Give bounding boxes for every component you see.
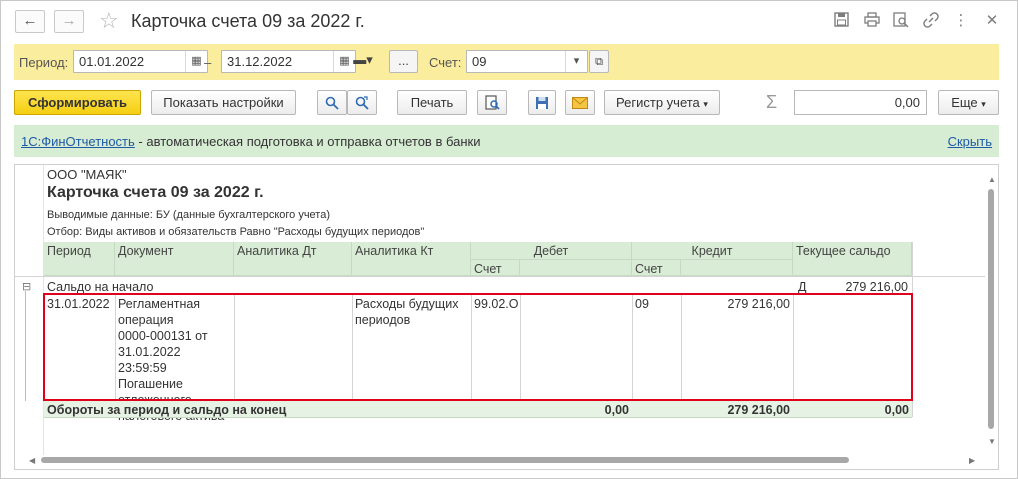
floppy-icon bbox=[536, 97, 548, 109]
preview-icon[interactable] bbox=[892, 12, 910, 30]
select-period-button[interactable]: ... bbox=[389, 50, 418, 73]
print-preview-icon bbox=[484, 95, 500, 110]
scroll-right-icon[interactable]: ▶ bbox=[969, 456, 975, 465]
date-from-value: 01.01.2022 bbox=[79, 54, 145, 69]
scroll-down-icon[interactable]: ▼ bbox=[988, 437, 996, 446]
col-header-debit: Дебет bbox=[471, 242, 632, 260]
vertical-scroll-thumb[interactable] bbox=[988, 189, 994, 429]
col-header-debit-amount bbox=[520, 260, 632, 276]
col-header-current-balance: Текущее сальдо bbox=[793, 242, 912, 276]
chevron-down-icon[interactable]: ▾ bbox=[565, 51, 587, 72]
search-button[interactable] bbox=[317, 90, 347, 115]
envelope-icon bbox=[572, 97, 588, 109]
register-dropdown-button[interactable]: Регистр учета ▾ bbox=[604, 90, 720, 115]
date-from-field[interactable]: 01.01.2022 ▦ bbox=[73, 50, 208, 73]
print-button[interactable]: Печать bbox=[397, 90, 467, 115]
horizontal-scrollbar[interactable]: ◀ ▶ bbox=[29, 454, 983, 466]
favorite-star-icon[interactable]: ☆ bbox=[99, 8, 119, 34]
report-filter: Отбор: Виды активов и обязательств Равно… bbox=[47, 226, 425, 238]
scroll-left-icon[interactable]: ◀ bbox=[29, 456, 35, 465]
report-title: Карточка счета 09 за 2022 г. bbox=[47, 184, 264, 201]
chevron-down-icon: ▾ bbox=[703, 99, 708, 109]
period-dash: – bbox=[204, 55, 212, 70]
print-icon[interactable] bbox=[863, 12, 881, 30]
register-label: Регистр учета bbox=[616, 95, 700, 110]
period-label: Период: bbox=[19, 55, 69, 70]
link-icon[interactable] bbox=[922, 12, 940, 30]
show-settings-button[interactable]: Показать настройки bbox=[151, 90, 296, 115]
collapse-group-icon[interactable]: ⊟ bbox=[19, 278, 34, 296]
search-icon bbox=[325, 96, 339, 110]
save-icon[interactable] bbox=[832, 12, 850, 30]
period-type-icon: ▬▾ bbox=[353, 52, 373, 67]
report-window: ← → ☆ Карточка счета 09 за 2022 г. ⋮ ✕ П… bbox=[0, 0, 1018, 479]
forward-button[interactable]: → bbox=[54, 10, 84, 33]
account-label: Счет: bbox=[429, 55, 462, 70]
account-field[interactable]: 09 ▾ bbox=[466, 50, 588, 73]
horizontal-scroll-thumb[interactable] bbox=[41, 457, 849, 463]
report-org: ООО "МАЯК" bbox=[47, 167, 127, 182]
sum-field: 0,00 bbox=[794, 90, 927, 115]
finotchetnost-link[interactable]: 1С:ФинОтчетность bbox=[21, 134, 135, 149]
col-header-analytics-dt: Аналитика Дт bbox=[234, 242, 352, 276]
more-button[interactable]: Еще ▾ bbox=[938, 90, 999, 115]
hide-link[interactable]: Скрыть bbox=[948, 134, 992, 149]
group-bracket bbox=[25, 291, 26, 401]
highlight-frame bbox=[43, 293, 913, 401]
window-title: Карточка счета 09 за 2022 г. bbox=[131, 11, 365, 31]
col-header-credit-account: Счет bbox=[632, 260, 681, 276]
search-refresh-button[interactable] bbox=[347, 90, 377, 115]
generate-button[interactable]: Сформировать bbox=[14, 90, 141, 115]
date-to-field[interactable]: 31.12.2022 ▦ bbox=[221, 50, 356, 73]
open-icon: ⧉ bbox=[595, 56, 603, 68]
chevron-down-icon: ▾ bbox=[981, 99, 986, 109]
col-header-document: Документ bbox=[115, 242, 234, 276]
report-output-data: Выводимые данные: БУ (данные бухгалтерск… bbox=[47, 209, 330, 221]
arrow-left-icon: ← bbox=[22, 12, 38, 29]
period-type-dropdown[interactable]: ▬▾ bbox=[348, 50, 378, 73]
info-text: - автоматическая подготовка и отправка о… bbox=[134, 134, 481, 149]
sigma-icon: Σ bbox=[766, 92, 778, 112]
totals-divider bbox=[44, 417, 912, 418]
scroll-up-icon[interactable]: ▲ bbox=[988, 175, 996, 184]
col-header-credit: Кредит bbox=[632, 242, 793, 260]
vertical-scrollbar[interactable]: ▲ ▼ bbox=[985, 171, 997, 453]
col-header-analytics-kt: Аналитика Кт bbox=[352, 242, 471, 276]
email-button[interactable] bbox=[565, 90, 595, 115]
col-header-credit-amount bbox=[681, 260, 793, 276]
close-icon[interactable]: ✕ bbox=[983, 12, 1001, 30]
back-button[interactable]: ← bbox=[15, 10, 45, 33]
more-label: Еще bbox=[951, 95, 978, 110]
period-panel: Период: 01.01.2022 ▦ – 31.12.2022 ▦ ▬▾ .… bbox=[14, 44, 999, 80]
preview-button[interactable] bbox=[477, 90, 507, 115]
open-account-button[interactable]: ⧉ bbox=[589, 50, 609, 73]
report-gutter bbox=[15, 165, 44, 455]
title-bar: ← → ☆ Карточка счета 09 за 2022 г. ⋮ ✕ bbox=[1, 1, 1017, 41]
search-refresh-icon bbox=[355, 96, 369, 110]
arrow-right-icon: → bbox=[61, 12, 77, 29]
col-header-debit-account: Счет bbox=[471, 260, 520, 276]
more-vertical-icon[interactable]: ⋮ bbox=[952, 12, 970, 30]
report-area: ООО "МАЯК" Карточка счета 09 за 2022 г. … bbox=[14, 164, 999, 470]
account-value: 09 bbox=[472, 54, 487, 69]
header-divider bbox=[15, 276, 985, 277]
save-button[interactable] bbox=[528, 90, 556, 115]
date-to-value: 31.12.2022 bbox=[227, 54, 293, 69]
info-bar: 1С:ФинОтчетность - автоматическая подгот… bbox=[14, 125, 999, 157]
col-header-period: Период bbox=[44, 242, 115, 276]
